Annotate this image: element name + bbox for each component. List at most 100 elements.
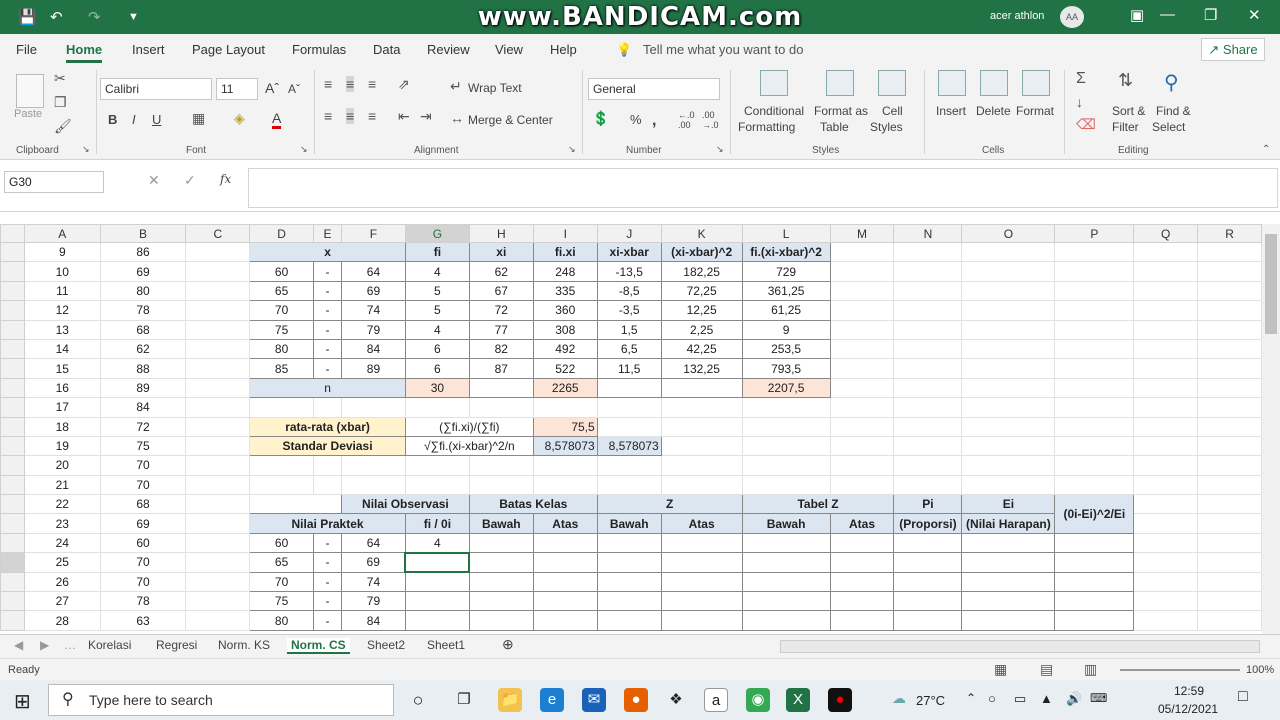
cell-p25[interactable] bbox=[1054, 455, 1135, 476]
column-header-m[interactable]: M bbox=[829, 224, 895, 243]
cell-l15[interactable]: 729 bbox=[741, 261, 831, 282]
cell-g18[interactable]: 4 bbox=[404, 319, 470, 340]
cell-b27[interactable]: 68 bbox=[99, 494, 187, 515]
share-button[interactable]: ↗ Share bbox=[1201, 38, 1265, 61]
number-format-select[interactable]: General bbox=[588, 78, 720, 100]
cell-j25[interactable] bbox=[596, 455, 662, 476]
cell-m31[interactable] bbox=[829, 571, 895, 593]
cell-c17[interactable] bbox=[185, 300, 251, 321]
cell-n30[interactable] bbox=[893, 552, 963, 573]
cell-j21[interactable] bbox=[596, 377, 662, 399]
cell-q17[interactable] bbox=[1133, 300, 1199, 321]
cell-b32[interactable]: 78 bbox=[99, 591, 187, 612]
format-as-table-label[interactable]: Format as bbox=[814, 104, 868, 118]
cell-p26[interactable] bbox=[1054, 474, 1135, 496]
cell-r26[interactable] bbox=[1197, 474, 1262, 496]
cell-q28[interactable] bbox=[1133, 513, 1199, 534]
cell-f30[interactable]: 69 bbox=[340, 552, 406, 573]
cell-d20[interactable]: 85 bbox=[249, 358, 315, 379]
cell-i18[interactable]: 308 bbox=[532, 319, 598, 340]
cell-e32[interactable]: - bbox=[313, 591, 342, 612]
cell-q31[interactable] bbox=[1133, 571, 1199, 593]
cell-o23[interactable] bbox=[961, 416, 1056, 437]
page-break-view-icon[interactable]: ▥ bbox=[1084, 661, 1097, 678]
cell-m24[interactable] bbox=[829, 435, 895, 457]
cell-a30[interactable]: 25 bbox=[23, 552, 101, 573]
increase-decimal-icon[interactable]: ←.0.00 bbox=[678, 110, 695, 130]
cell-p14[interactable] bbox=[1054, 241, 1135, 263]
ribbon-display-icon[interactable]: ▣ bbox=[1130, 6, 1144, 24]
cell-styles-icon[interactable] bbox=[878, 70, 906, 96]
cell-o22[interactable] bbox=[961, 397, 1056, 418]
cell-f15[interactable]: 64 bbox=[340, 261, 406, 282]
firefox-icon[interactable]: ● bbox=[624, 688, 648, 712]
cut-icon[interactable]: ✂ bbox=[54, 70, 66, 87]
cell-p29[interactable] bbox=[1054, 532, 1135, 554]
column-header-q[interactable]: Q bbox=[1133, 224, 1199, 243]
sheet-tab-sheet2[interactable]: Sheet2 bbox=[367, 638, 405, 652]
cell-p22[interactable] bbox=[1054, 397, 1135, 418]
cell-q23[interactable] bbox=[1133, 416, 1199, 437]
row-header-16[interactable] bbox=[0, 280, 25, 302]
cell-r24[interactable] bbox=[1197, 435, 1262, 457]
cell-o14[interactable] bbox=[961, 241, 1056, 263]
cell-e16[interactable]: - bbox=[313, 280, 342, 302]
cell-g32[interactable] bbox=[404, 591, 470, 612]
cell-k24[interactable] bbox=[660, 435, 743, 457]
insert-function-icon[interactable]: fx bbox=[220, 172, 231, 186]
cell-q32[interactable] bbox=[1133, 591, 1199, 612]
cell-i32[interactable] bbox=[532, 591, 598, 612]
cell-h29[interactable] bbox=[468, 532, 534, 554]
decrease-decimal-icon[interactable]: .00 →.0 bbox=[702, 110, 719, 130]
cell-i29[interactable] bbox=[532, 532, 598, 554]
cell-c31[interactable] bbox=[185, 571, 251, 593]
cell-g16[interactable]: 5 bbox=[404, 280, 470, 302]
wrap-text-label[interactable]: Wrap Text bbox=[468, 81, 522, 95]
cell-g33[interactable] bbox=[404, 610, 470, 631]
select-all-corner[interactable] bbox=[0, 224, 25, 243]
cell-a29[interactable]: 24 bbox=[23, 532, 101, 554]
cell-n21[interactable] bbox=[893, 377, 963, 399]
cell-h14[interactable]: xi bbox=[468, 241, 534, 263]
cell-f16[interactable]: 69 bbox=[340, 280, 406, 302]
format-cells-icon[interactable] bbox=[1022, 70, 1050, 96]
borders-icon[interactable]: ▦ bbox=[192, 110, 205, 127]
delete-cells-icon[interactable] bbox=[980, 70, 1008, 96]
align-center-icon[interactable]: ≡ bbox=[346, 108, 355, 124]
chrome-icon[interactable]: ◉ bbox=[746, 688, 770, 712]
format-as-table-icon[interactable] bbox=[826, 70, 854, 96]
cell-j32[interactable] bbox=[596, 591, 662, 612]
zoom-slider[interactable] bbox=[1120, 669, 1240, 671]
cell-a31[interactable]: 26 bbox=[23, 571, 101, 593]
cell-i20[interactable]: 522 bbox=[532, 358, 598, 379]
sort-filter-icon[interactable]: ⇅ bbox=[1118, 70, 1133, 91]
cell-q29[interactable] bbox=[1133, 532, 1199, 554]
cell-e26[interactable] bbox=[313, 474, 342, 496]
clear-icon[interactable]: ⌫ bbox=[1076, 116, 1096, 133]
row-header-28[interactable] bbox=[0, 513, 25, 534]
column-header-j[interactable]: J bbox=[596, 224, 662, 243]
cell-a15[interactable]: 10 bbox=[23, 261, 101, 282]
cell-h32[interactable] bbox=[468, 591, 534, 612]
cell-q14[interactable] bbox=[1133, 241, 1199, 263]
column-header-i[interactable]: I bbox=[532, 224, 598, 243]
cell-n17[interactable] bbox=[893, 300, 963, 321]
clock-date[interactable]: 05/12/2021 bbox=[1158, 702, 1218, 716]
cell-o32[interactable] bbox=[961, 591, 1056, 612]
menu-file[interactable]: File bbox=[16, 42, 37, 57]
cell-p17[interactable] bbox=[1054, 300, 1135, 321]
row-header-32[interactable] bbox=[0, 591, 25, 612]
cell-h17[interactable]: 72 bbox=[468, 300, 534, 321]
amazon-icon[interactable]: a bbox=[704, 688, 728, 712]
font-launcher-icon[interactable]: ↘ bbox=[300, 144, 308, 155]
prev-sheet-icon[interactable]: ◀ bbox=[14, 638, 23, 652]
underline-icon[interactable]: U bbox=[152, 112, 161, 127]
cell-h31[interactable] bbox=[468, 571, 534, 593]
windows-start-icon[interactable]: ⊞ bbox=[14, 689, 31, 714]
cell-a18[interactable]: 13 bbox=[23, 319, 101, 340]
find-select-icon[interactable]: ⚲ bbox=[1164, 70, 1179, 95]
cell-o16[interactable] bbox=[961, 280, 1056, 302]
cell-c21[interactable] bbox=[185, 377, 251, 399]
cell-l18[interactable]: 9 bbox=[741, 319, 831, 340]
column-header-r[interactable]: R bbox=[1197, 224, 1262, 243]
